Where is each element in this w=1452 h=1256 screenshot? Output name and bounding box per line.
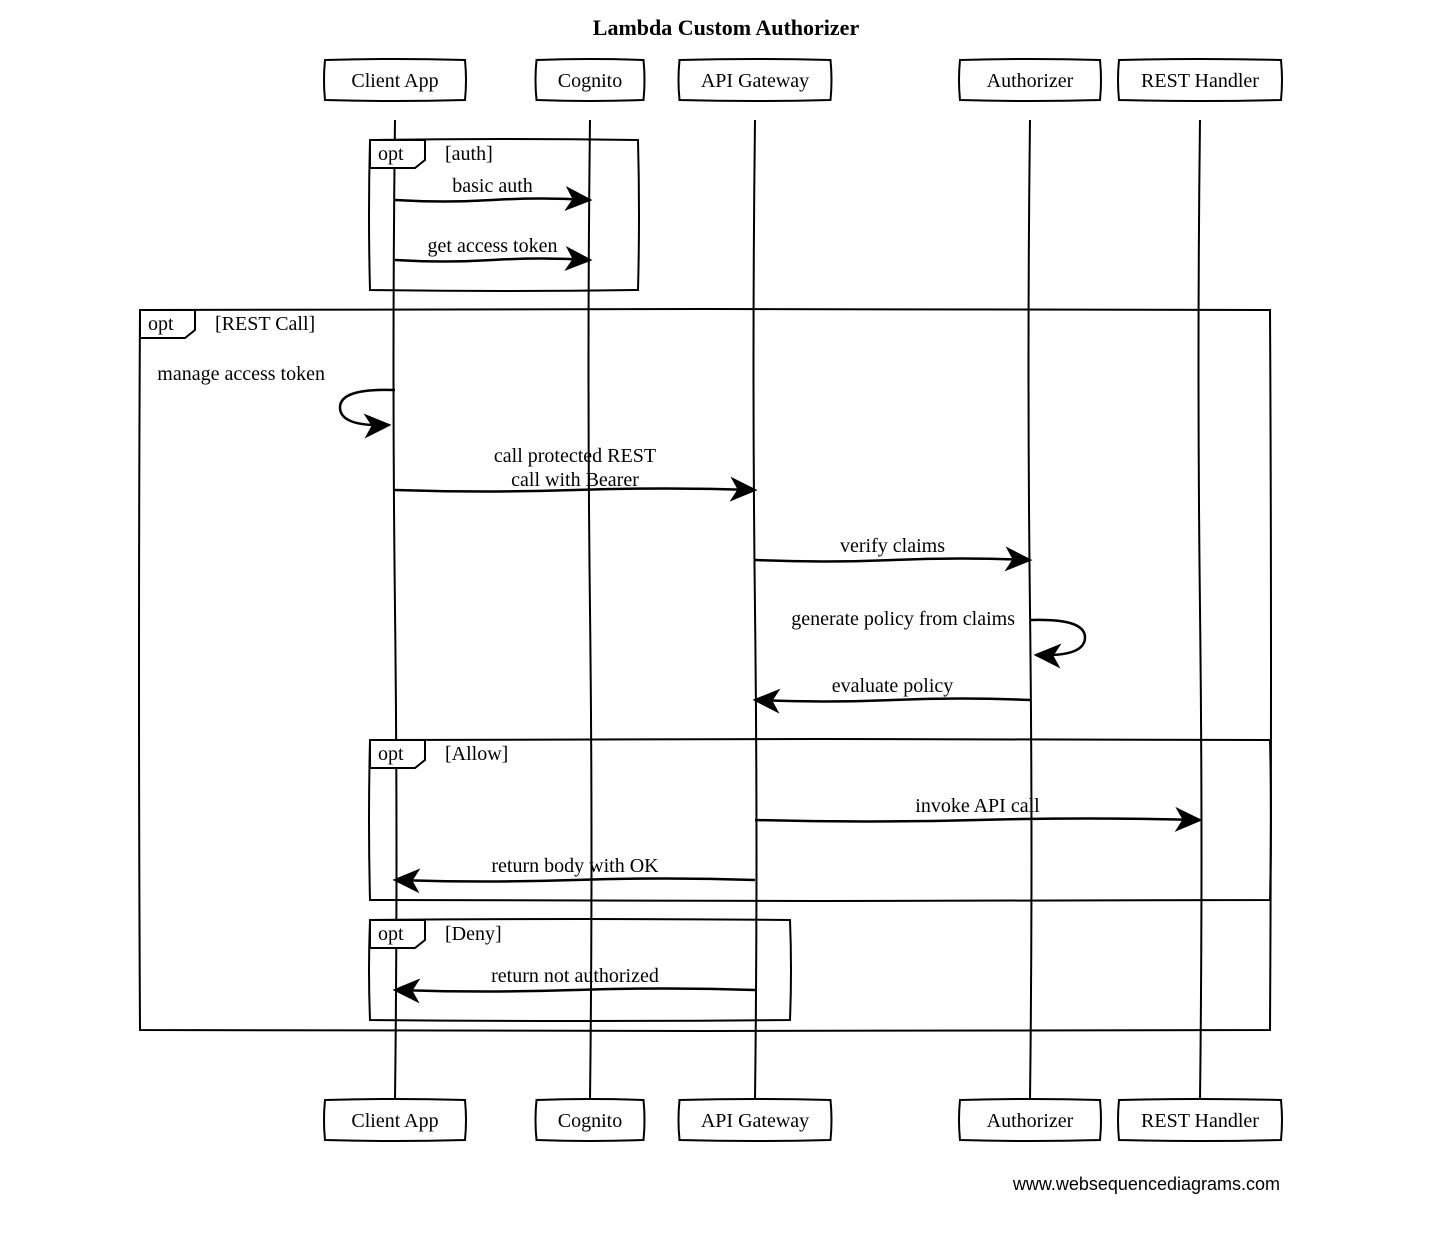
message-arrow-m7 <box>755 699 1030 702</box>
message-text-m7: evaluate policy <box>832 675 954 697</box>
lifeline-client <box>394 120 397 1100</box>
message-arrow-m10 <box>395 989 755 992</box>
message-text-m2: get access token <box>428 235 558 257</box>
participant-label-apigw: API Gateway <box>701 70 809 92</box>
footer-attribution: www.websequencediagrams.com <box>1012 1174 1280 1194</box>
participant-label-client: Client App <box>351 70 438 92</box>
fragment-label-deny: [Deny] <box>445 923 502 945</box>
lifeline-cognito <box>589 120 592 1100</box>
participant-label-handler: REST Handler <box>1141 70 1259 92</box>
message-text-m8: invoke API call <box>915 795 1040 817</box>
fragment-type-rest: opt <box>148 313 174 335</box>
participant-label-cognito: Cognito <box>558 1110 622 1132</box>
sequence-diagram: Lambda Custom Authorizer Client App Cogni… <box>0 0 1452 1256</box>
fragment-type-allow: opt <box>378 743 404 765</box>
lifeline-authorizer <box>1029 120 1032 1100</box>
message-arrow-m1 <box>395 199 590 202</box>
fragment-type-deny: opt <box>378 923 404 945</box>
message-text-m4-l0: call protected REST <box>494 445 656 467</box>
participant-label-apigw: API Gateway <box>701 1110 809 1132</box>
participant-label-cognito: Cognito <box>558 70 622 92</box>
fragment-label-auth: [auth] <box>445 143 493 165</box>
message-text-m10: return not authorized <box>491 965 659 987</box>
message-arrow-m2 <box>395 259 590 262</box>
participant-label-client: Client App <box>351 1110 438 1132</box>
message-arrow-m6 <box>1030 620 1085 655</box>
fragment-label-allow: [Allow] <box>445 743 508 765</box>
message-arrow-m8 <box>755 819 1200 822</box>
diagram-title: Lambda Custom Authorizer <box>593 15 860 40</box>
message-text-m6: generate policy from claims <box>791 608 1015 630</box>
message-arrow-m9 <box>395 879 755 882</box>
lifeline-apigw <box>754 120 757 1100</box>
message-text-m3: manage access token <box>157 363 325 385</box>
message-arrow-m3 <box>340 390 395 425</box>
lifeline-handler <box>1199 120 1202 1100</box>
fragment-type-auth: opt <box>378 143 404 165</box>
fragment-label-rest: [REST Call] <box>215 313 315 335</box>
fragment-rest <box>139 309 1271 1031</box>
participant-label-authorizer: Authorizer <box>987 70 1074 92</box>
message-text-m1: basic auth <box>452 175 533 197</box>
participant-label-authorizer: Authorizer <box>987 1110 1074 1132</box>
participant-label-handler: REST Handler <box>1141 1110 1259 1132</box>
message-text-m9: return body with OK <box>491 855 659 877</box>
message-text-m4-l1: call with Bearer <box>511 469 639 491</box>
message-arrow-m5 <box>755 559 1030 562</box>
message-text-m5: verify claims <box>840 535 945 557</box>
